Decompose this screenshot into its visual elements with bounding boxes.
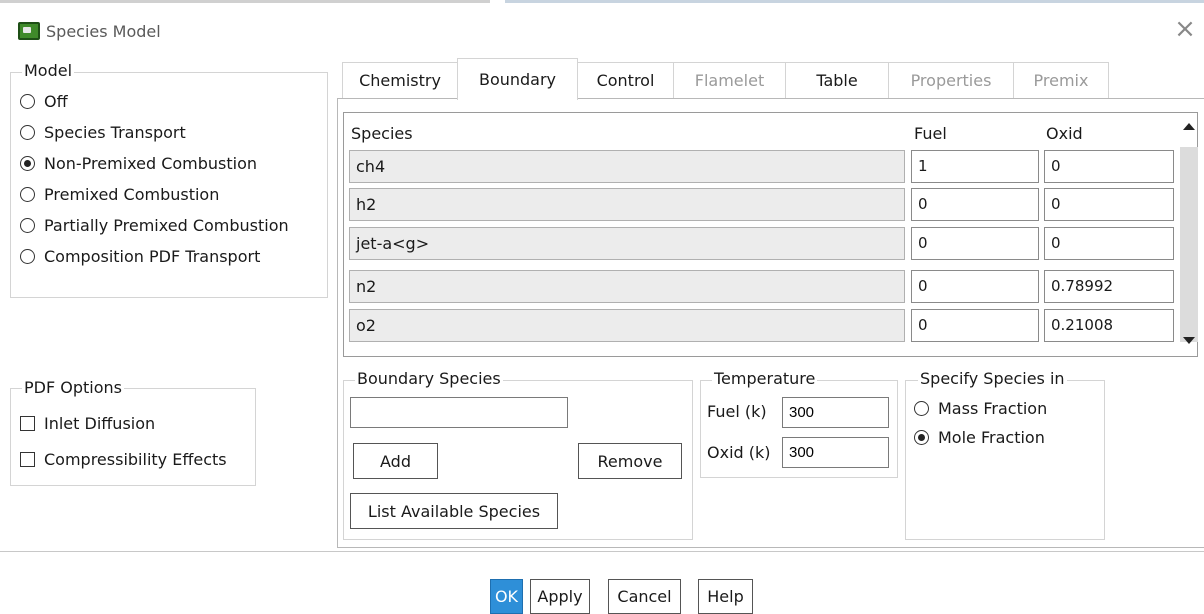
tab-boundary[interactable]: Boundary — [457, 58, 578, 100]
radio-indicator[interactable] — [20, 125, 35, 140]
species-cell: n2 — [349, 270, 905, 303]
close-icon[interactable]: × — [1170, 14, 1200, 44]
tab-table[interactable]: Table — [785, 62, 889, 98]
radio-premixed-combustion[interactable]: Premixed Combustion — [20, 179, 289, 210]
specify-species-options: Mass Fraction Mole Fraction — [914, 394, 1047, 452]
oxid-value-cell[interactable]: 0 — [1044, 227, 1174, 260]
app-icon — [18, 22, 40, 40]
species-cell: h2 — [349, 188, 905, 221]
pdf-options-list: Inlet Diffusion Compressibility Effects — [20, 405, 227, 477]
oxid-value-cell[interactable]: 0.78992 — [1044, 270, 1174, 303]
tab-properties: Properties — [888, 62, 1014, 98]
ok-button[interactable]: OK — [490, 579, 523, 614]
radio-off[interactable]: Off — [20, 86, 289, 117]
help-button[interactable]: Help — [698, 579, 753, 614]
radio-indicator[interactable] — [20, 187, 35, 202]
oxid-value-cell[interactable]: 0 — [1044, 150, 1174, 183]
tab-flamelet: Flamelet — [673, 62, 786, 98]
table-scrollbar[interactable] — [1180, 147, 1198, 342]
species-cell: o2 — [349, 309, 905, 342]
fuel-value-cell[interactable]: 0 — [911, 188, 1039, 221]
boundary-species-legend: Boundary Species — [355, 369, 503, 388]
window-title: Species Model — [46, 22, 161, 41]
radio-composition-pdf-transport[interactable]: Composition PDF Transport — [20, 241, 289, 272]
model-options: Off Species Transport Non-Premixed Combu… — [20, 86, 289, 272]
model-legend: Model — [22, 61, 75, 80]
temperature-legend: Temperature — [712, 369, 818, 388]
scroll-down-icon[interactable] — [1183, 337, 1195, 344]
remove-button[interactable]: Remove — [578, 443, 682, 479]
boundary-species-input[interactable] — [350, 397, 568, 428]
fuel-value-cell[interactable]: 0 — [911, 309, 1039, 342]
specify-species-legend: Specify Species in — [918, 369, 1067, 388]
add-button[interactable]: Add — [353, 443, 438, 479]
column-header-oxid: Oxid — [1046, 124, 1083, 143]
radio-indicator[interactable] — [20, 94, 35, 109]
radio-indicator[interactable] — [20, 249, 35, 264]
radio-non-premixed-combustion[interactable]: Non-Premixed Combustion — [20, 148, 289, 179]
radio-mole-fraction[interactable]: Mole Fraction — [914, 423, 1047, 452]
fuel-value-cell[interactable]: 0 — [911, 227, 1039, 260]
checkbox-indicator[interactable] — [20, 451, 35, 467]
pdf-options-legend: PDF Options — [22, 378, 124, 397]
checkbox-compressibility-effects[interactable]: Compressibility Effects — [20, 441, 227, 477]
fuel-value-cell[interactable]: 0 — [911, 270, 1039, 303]
tab-control[interactable]: Control — [577, 62, 674, 98]
oxid-value-cell[interactable]: 0 — [1044, 188, 1174, 221]
tab-chemistry[interactable]: Chemistry — [342, 62, 458, 98]
radio-indicator[interactable] — [20, 156, 35, 171]
radio-indicator[interactable] — [914, 401, 929, 416]
oxid-temperature-label: Oxid (k) — [707, 443, 771, 462]
checkbox-inlet-diffusion[interactable]: Inlet Diffusion — [20, 405, 227, 441]
radio-mass-fraction[interactable]: Mass Fraction — [914, 394, 1047, 423]
footer-separator — [0, 551, 1204, 552]
list-available-species-button[interactable]: List Available Species — [350, 493, 558, 529]
fuel-temperature-input[interactable] — [782, 397, 889, 428]
apply-button[interactable]: Apply — [530, 579, 590, 614]
species-cell: jet-a<g> — [349, 227, 905, 260]
radio-partially-premixed-combustion[interactable]: Partially Premixed Combustion — [20, 210, 289, 241]
radio-indicator[interactable] — [914, 430, 929, 445]
radio-species-transport[interactable]: Species Transport — [20, 117, 289, 148]
scroll-up-icon[interactable] — [1183, 123, 1195, 130]
cancel-button[interactable]: Cancel — [608, 579, 681, 614]
tab-premix: Premix — [1013, 62, 1109, 98]
column-header-fuel: Fuel — [914, 124, 947, 143]
window-top-border — [0, 0, 1204, 6]
column-header-species: Species — [351, 124, 413, 143]
checkbox-indicator[interactable] — [20, 415, 35, 431]
fuel-value-cell[interactable]: 1 — [911, 150, 1039, 183]
species-cell: ch4 — [349, 150, 905, 183]
radio-indicator[interactable] — [20, 218, 35, 233]
fuel-temperature-label: Fuel (k) — [707, 402, 767, 421]
oxid-temperature-input[interactable] — [782, 437, 889, 468]
oxid-value-cell[interactable]: 0.21008 — [1044, 309, 1174, 342]
